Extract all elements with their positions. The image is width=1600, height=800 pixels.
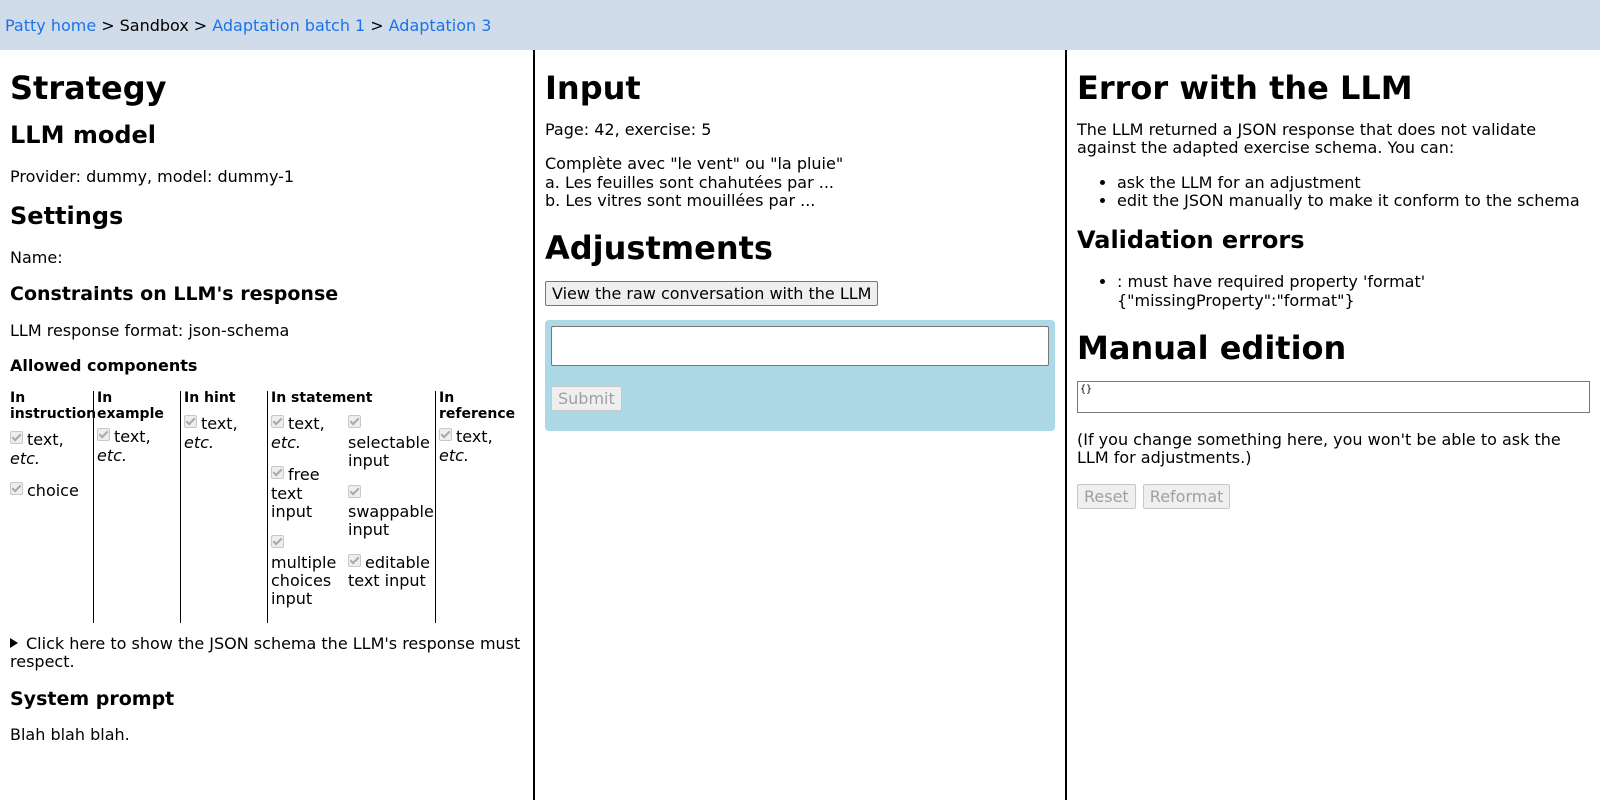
hint-header: In hint xyxy=(184,390,236,407)
statement-swappable-option: swappable input xyxy=(348,484,434,540)
checkbox[interactable] xyxy=(348,415,361,429)
breadcrumb-separator: > xyxy=(193,15,208,35)
disclosure-triangle-icon xyxy=(10,637,18,648)
hint-text-option: text, etc. xyxy=(184,414,238,452)
reformat-button[interactable]: Reformat xyxy=(1142,483,1231,509)
example-header: In example xyxy=(97,390,164,422)
manual-edition-note: (If you change something here, you won't… xyxy=(1077,429,1561,468)
adjustment-input[interactable] xyxy=(551,326,1049,367)
name-label: Name: xyxy=(10,247,63,267)
checkbox[interactable] xyxy=(271,466,284,480)
reference-column: In reference text, etc. xyxy=(436,391,522,623)
system-prompt-text: Blah blah blah. xyxy=(10,725,130,745)
constraints-heading: Constraints on LLM's response xyxy=(10,283,339,306)
checkbox[interactable] xyxy=(439,428,452,442)
example-column: In example text, etc. xyxy=(94,391,181,623)
manual-json-editor[interactable]: {} xyxy=(1077,380,1590,413)
statement-editable-text-option: editable text input xyxy=(348,552,430,591)
checkbox[interactable] xyxy=(10,431,23,445)
checkbox[interactable] xyxy=(348,484,361,498)
breadcrumb-patty-home[interactable]: Patty home xyxy=(5,16,96,35)
llm-model-heading: LLM model xyxy=(10,120,157,149)
checkbox[interactable] xyxy=(271,415,284,429)
instruction-choice-option: choice xyxy=(10,481,90,500)
strategy-title: Strategy xyxy=(10,69,167,107)
manual-edition-buttons: Reset Reformat xyxy=(1077,483,1590,509)
list-item: ask the LLM for an adjustment xyxy=(1117,173,1590,192)
error-title: Error with the LLM xyxy=(1077,69,1413,107)
hint-column: In hint text, etc. xyxy=(181,391,268,623)
checkbox[interactable] xyxy=(184,415,197,429)
statement-text-option: text, etc. xyxy=(271,414,325,452)
breadcrumb-separator: > xyxy=(370,15,384,35)
input-title: Input xyxy=(545,69,641,107)
statement-column: In statement text, etc. free text input … xyxy=(268,391,436,623)
statement-right-options: selectable input swappable input editabl… xyxy=(348,409,434,623)
error-options-list: ask the LLM for an adjustment edit the J… xyxy=(1077,173,1590,211)
view-raw-conversation-button[interactable]: View the raw conversation with the LLM xyxy=(545,281,879,307)
reference-header: In reference xyxy=(439,390,516,422)
allowed-components-table: In instruction text, etc. choice In exam… xyxy=(10,391,523,623)
adjustments-heading: Adjustments xyxy=(545,229,773,268)
breadcrumb-separator: > xyxy=(101,15,115,35)
checkbox[interactable] xyxy=(271,535,284,549)
error-panel: Error with the LLM The LLM returned a JS… xyxy=(1067,50,1600,800)
strategy-panel: Strategy LLM model Provider: dummy, mode… xyxy=(0,50,533,800)
breadcrumb-adaptation[interactable]: Adaptation 3 xyxy=(389,16,492,35)
instruction-text-option: text, etc. xyxy=(10,430,64,468)
exercise-line: b. Les vitres sont mouillées par ... xyxy=(545,190,816,210)
llm-model-text: Provider: dummy, model: dummy-1 xyxy=(10,166,295,186)
manual-edition-heading: Manual edition xyxy=(1077,328,1347,367)
settings-heading: Settings xyxy=(10,201,124,230)
validation-errors-list: : must have required property 'format' {… xyxy=(1077,273,1590,310)
instruction-column: In instruction text, etc. choice xyxy=(10,390,97,623)
statement-options: text, etc. free text input multiple choi… xyxy=(271,409,434,623)
example-text-option: text, etc. xyxy=(97,427,151,465)
instruction-header: In instruction xyxy=(10,390,97,422)
statement-left-options: text, etc. free text input multiple choi… xyxy=(271,409,348,623)
breadcrumb: Patty home > Sandbox > Adaptation batch … xyxy=(0,0,1600,50)
statement-header: In statement xyxy=(271,390,373,407)
exercise-line: Complète avec "le vent" ou "la pluie" xyxy=(545,154,844,174)
breadcrumb-sandbox: Sandbox xyxy=(119,15,189,35)
manual-edition: {} xyxy=(1077,380,1590,417)
validation-errors-heading: Validation errors xyxy=(1077,226,1305,255)
list-item: edit the JSON manually to make it confor… xyxy=(1117,191,1590,210)
statement-multiple-choices-option: multiple choices input xyxy=(271,535,348,609)
adjustment-form: Submit xyxy=(545,320,1055,432)
input-panel: Input Page: 42, exercise: 5 Complète ave… xyxy=(533,50,1067,800)
statement-free-text-option: free text input xyxy=(271,465,320,521)
format-text: LLM response format: json-schema xyxy=(10,320,290,340)
checkbox[interactable] xyxy=(10,482,23,496)
allowed-components-heading: Allowed components xyxy=(10,356,198,376)
checkbox[interactable] xyxy=(348,553,361,567)
breadcrumb-adaptation-batch[interactable]: Adaptation batch 1 xyxy=(212,16,365,35)
json-schema-toggle[interactable]: Click here to show the JSON schema the L… xyxy=(10,634,523,672)
checkbox[interactable] xyxy=(97,428,110,442)
reset-button[interactable]: Reset xyxy=(1077,483,1136,509)
error-description: The LLM returned a JSON response that do… xyxy=(1077,119,1537,158)
submit-button[interactable]: Submit xyxy=(551,386,622,412)
page-exercise-text: Page: 42, exercise: 5 xyxy=(545,119,712,139)
exercise-line: a. Les feuilles sont chahutées par ... xyxy=(545,172,835,192)
list-item: : must have required property 'format' {… xyxy=(1117,273,1590,310)
statement-selectable-option: selectable input xyxy=(348,415,432,470)
reference-text-option: text, etc. xyxy=(439,427,493,465)
exercise-text: Complète avec "le vent" ou "la pluie" a.… xyxy=(545,154,1055,210)
system-prompt-heading: System prompt xyxy=(10,687,175,710)
